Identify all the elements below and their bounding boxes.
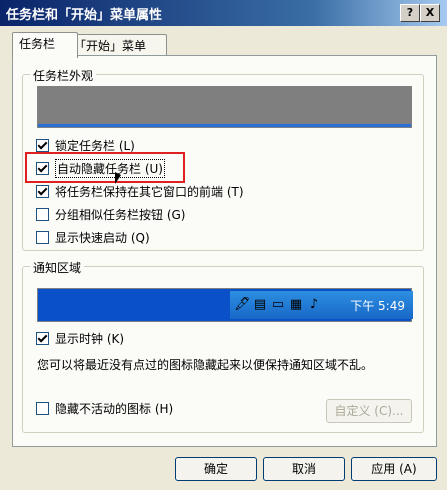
hide-inactive-option[interactable]: 隐藏不活动的图标 (H) — [36, 399, 173, 417]
hide-inactive-label: 隐藏不活动的图标 (H) — [55, 401, 174, 416]
tab-panel: 任务栏外观 通知区域 🖋 ▤ ▭ ▦ ♪ 下午 5:49 您可以将最近没有点过的… — [12, 55, 437, 447]
quick-launch-label: 显示快速启动 (Q) — [55, 230, 150, 245]
help-button[interactable]: ? — [400, 4, 420, 22]
appearance-group-title: 任务栏外观 — [30, 67, 97, 84]
ok-button[interactable]: 确定 — [175, 457, 257, 481]
lock-taskbar-checkbox[interactable] — [36, 138, 49, 152]
show-clock-option[interactable]: 显示时钟 (K) — [36, 329, 124, 347]
notification-description: 您可以将最近没有点过的图标隐藏起来以便保持通知区域不乱。 — [37, 358, 374, 372]
tab-start-menu[interactable]: 「开始」菜单 — [67, 34, 167, 57]
group-buttons-option[interactable]: 分组相似任务栏按钮 (G) — [36, 205, 185, 223]
quick-launch-option[interactable]: 显示快速启动 (Q) — [36, 228, 150, 246]
hide-inactive-checkbox[interactable] — [36, 401, 49, 415]
tab-start-menu-label: 「开始」菜单 — [74, 39, 147, 53]
show-clock-label: 显示时钟 (K) — [55, 331, 125, 346]
taskbar-properties-window: 任务栏和「开始」菜单属性 ? X 任务栏 「开始」菜单 任务栏外观 通知区域 🖋… — [0, 0, 447, 490]
tray-ime-icon: ▦ — [289, 297, 303, 312]
notification-area-preview: 🖋 ▤ ▭ ▦ ♪ 下午 5:49 — [37, 288, 413, 322]
tab-taskbar-label: 任务栏 — [19, 37, 56, 51]
system-tray: 🖋 ▤ ▭ ▦ ♪ 下午 5:49 — [230, 291, 413, 319]
group-buttons-checkbox[interactable] — [36, 207, 49, 221]
apply-button[interactable]: 应用 (A) — [351, 457, 437, 481]
tray-network-icon: ▤ — [253, 297, 267, 312]
notification-group-title: 通知区域 — [30, 259, 85, 276]
customize-button[interactable]: 自定义 (C)... — [326, 399, 412, 423]
quick-launch-checkbox[interactable] — [36, 230, 49, 244]
close-button[interactable]: X — [420, 4, 440, 22]
highlight-box — [25, 152, 185, 183]
tab-taskbar[interactable]: 任务栏 — [12, 32, 78, 58]
preview-blue-edge — [38, 124, 411, 127]
lock-taskbar-label: 锁定任务栏 (L) — [55, 138, 135, 153]
show-clock-checkbox[interactable] — [36, 331, 49, 345]
tray-clock: 下午 5:49 — [350, 299, 405, 313]
group-buttons-label: 分组相似任务栏按钮 (G) — [55, 207, 186, 222]
keep-on-top-option[interactable]: 将任务栏保持在其它窗口的前端 (T) — [36, 182, 244, 200]
mouse-cursor-icon — [115, 172, 121, 184]
tray-app-icon: 🖋 — [234, 297, 251, 312]
cancel-button[interactable]: 取消 — [263, 457, 345, 481]
keep-on-top-checkbox[interactable] — [36, 184, 49, 198]
taskbar-appearance-preview — [37, 86, 412, 128]
keep-on-top-label: 将任务栏保持在其它窗口的前端 (T) — [55, 184, 244, 199]
tray-speaker-icon: ♪ — [309, 297, 319, 312]
tray-monitor-icon: ▭ — [271, 297, 285, 312]
title-bar[interactable]: 任务栏和「开始」菜单属性 ? X — [0, 0, 447, 26]
window-title: 任务栏和「开始」菜单属性 — [6, 8, 163, 23]
